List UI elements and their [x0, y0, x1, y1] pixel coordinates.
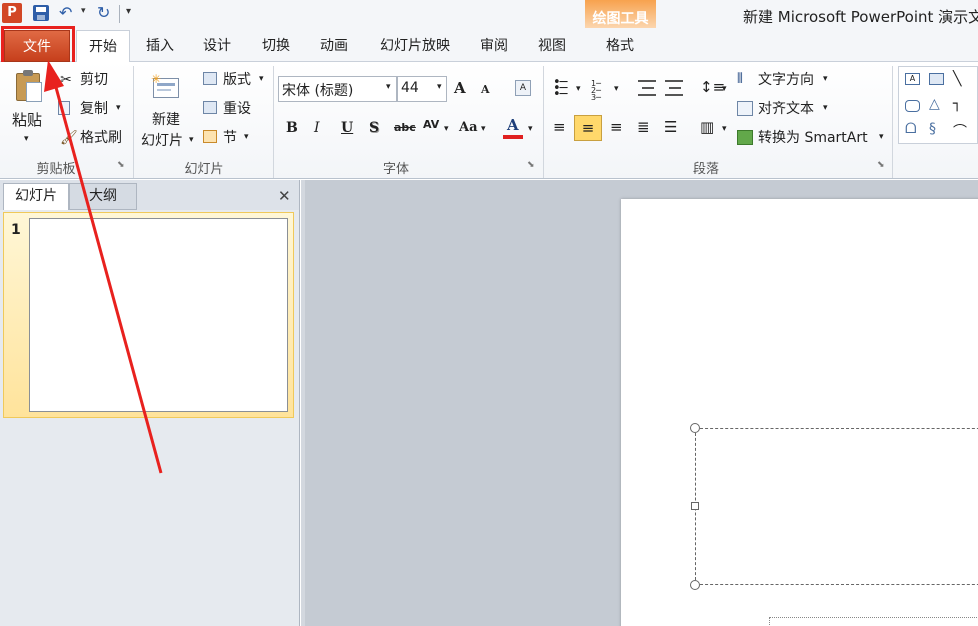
annotation-arrow: [44, 60, 163, 474]
annotation-arrow-head: [44, 60, 64, 92]
annotation-arrow-line: [52, 79, 163, 474]
